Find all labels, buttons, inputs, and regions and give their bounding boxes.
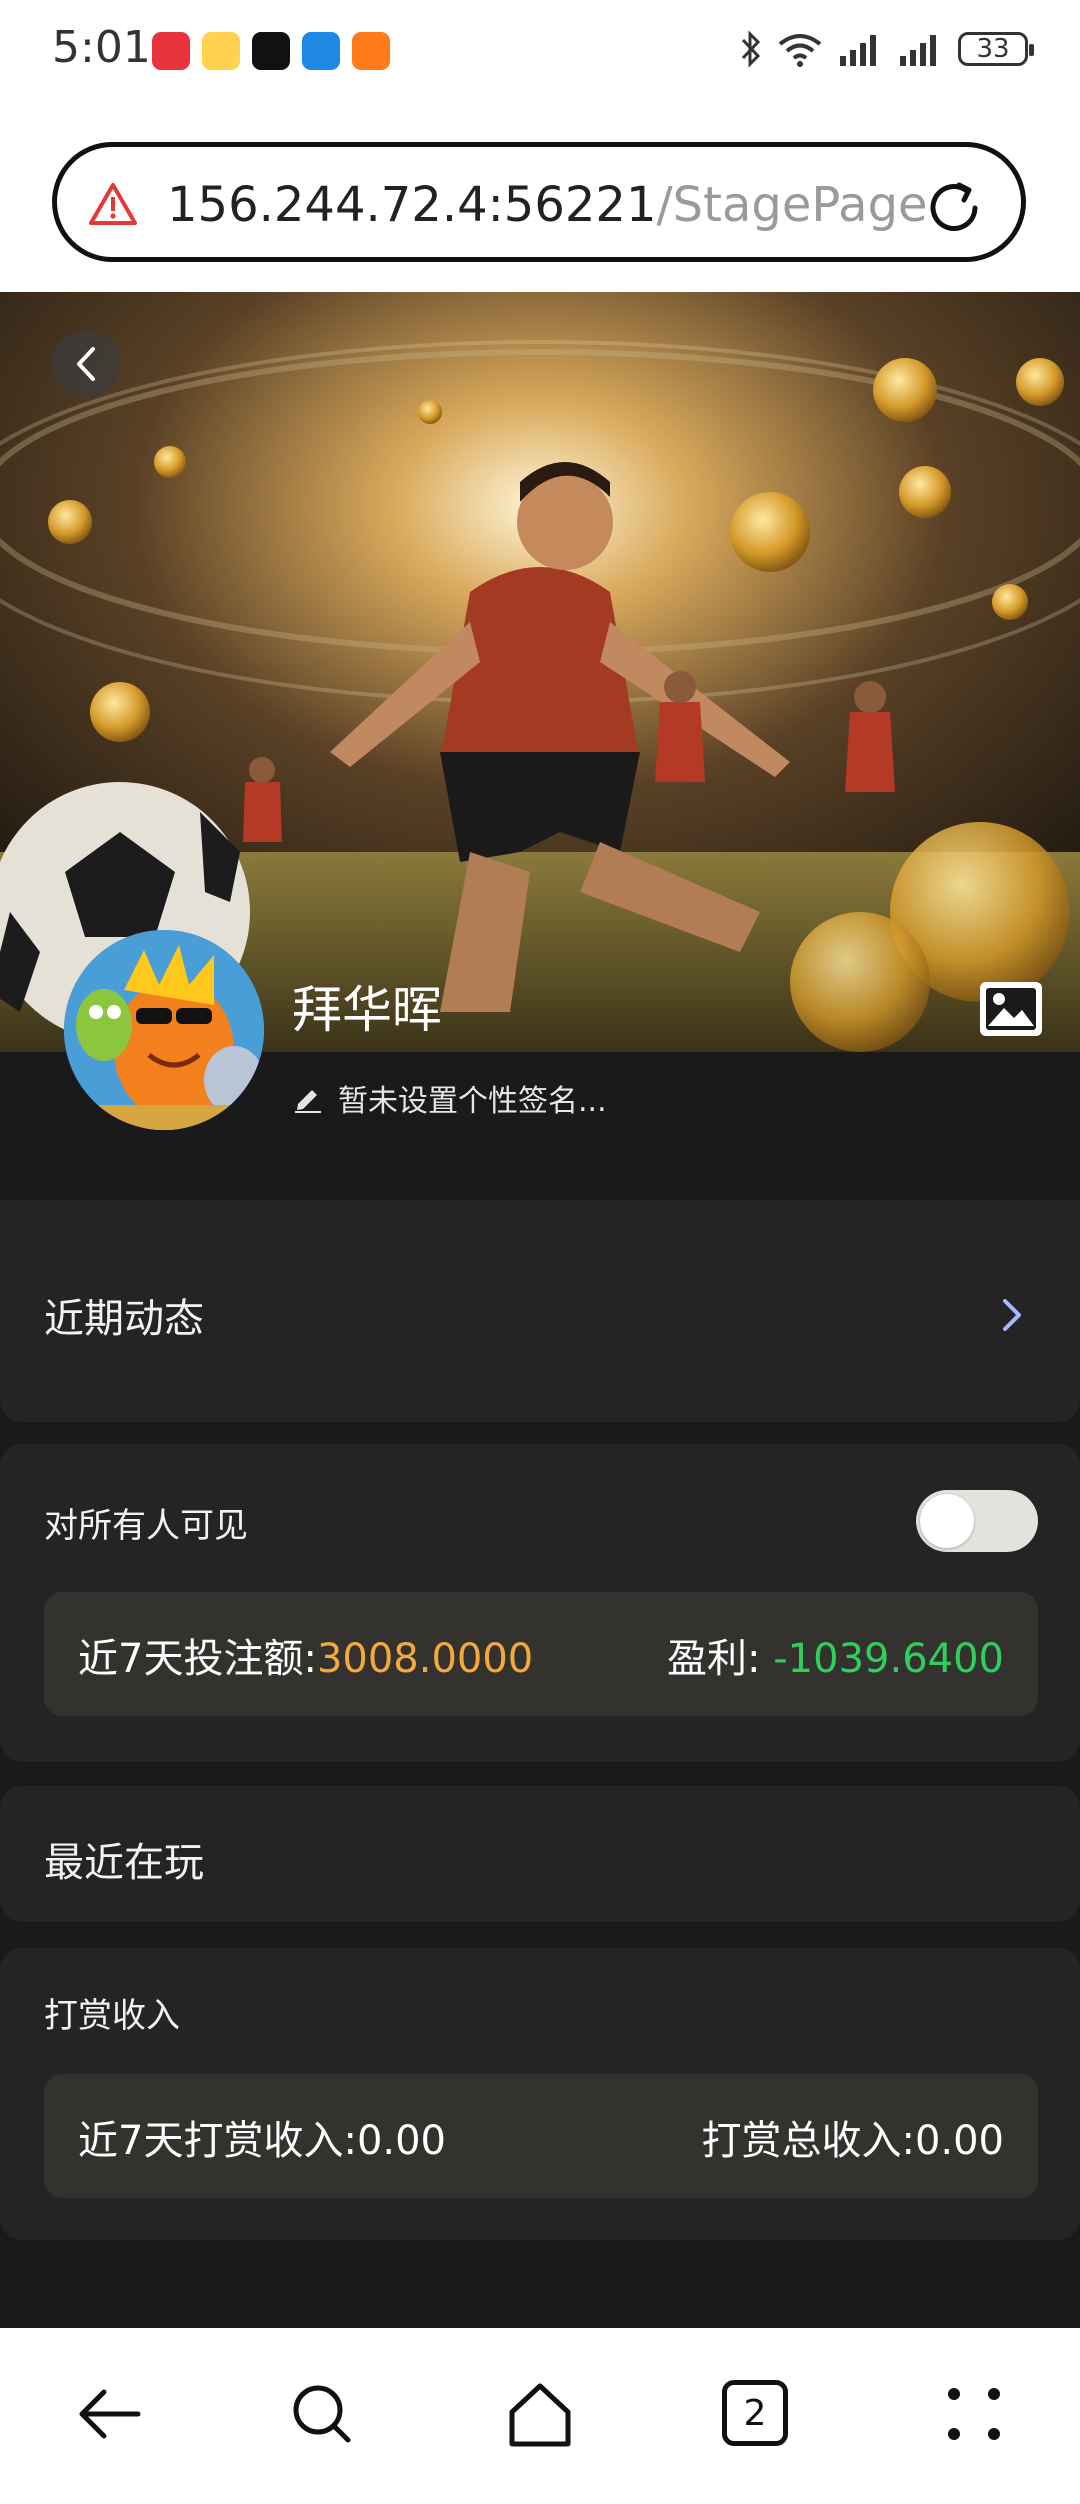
- recently-playing-card[interactable]: 最近在玩: [0, 1786, 1080, 1922]
- notification-icons: [152, 32, 390, 70]
- profit-stat: 盈利: -1039.6400: [667, 1626, 1004, 1684]
- profit-value: -1039.6400: [773, 1636, 1004, 1682]
- more-menu-icon[interactable]: [938, 2378, 1010, 2450]
- bet-label: 近7天投注额:: [78, 1636, 317, 1682]
- tip-stats-panel: 近7天打赏收入:0.00 打赏总收入:0.00: [44, 2074, 1038, 2198]
- tips-7d-value: 0.00: [356, 2118, 446, 2164]
- url-path: /StagePage: [656, 177, 928, 233]
- chevron-right-icon: [1003, 1299, 1021, 1331]
- bluetooth-icon: [741, 30, 761, 68]
- tabs-button[interactable]: 2: [722, 2380, 788, 2446]
- tip-income-card: 打赏收入 近7天打赏收入:0.00 打赏总收入:0.00: [0, 1948, 1080, 2240]
- signal-icon-2: [900, 35, 936, 66]
- tips-total-label: 打赏总收入:: [701, 2118, 915, 2164]
- profit-label: 盈利:: [667, 1636, 761, 1682]
- status-right: 33: [740, 30, 1034, 68]
- recent-activity-title: 近期动态: [44, 1296, 204, 1342]
- username: 拜华晖: [292, 981, 442, 1039]
- recent-activity-card[interactable]: 近期动态: [0, 1200, 1080, 1422]
- tip-income-title: 打赏收入: [44, 1996, 180, 2036]
- weibo-app-icon: [202, 32, 240, 70]
- browser-nav-bar: 2: [0, 2328, 1080, 2504]
- chevron-left-icon: [77, 347, 95, 381]
- warning-icon[interactable]: [87, 181, 139, 227]
- change-background-image-icon[interactable]: [978, 980, 1044, 1038]
- home-icon[interactable]: [504, 2378, 576, 2450]
- address-bar[interactable]: 156.244.72.4:56221/StagePage: [52, 142, 1026, 262]
- avatar-image: [64, 930, 264, 1130]
- avatar[interactable]: [64, 930, 264, 1130]
- taobao-app-icon: [352, 32, 390, 70]
- tiktok-app-icon: [252, 32, 290, 70]
- visibility-toggle[interactable]: [916, 1490, 1038, 1552]
- battery-indicator: 33: [958, 32, 1034, 66]
- search-icon[interactable]: [286, 2378, 358, 2450]
- wifi-icon: [778, 34, 822, 67]
- signature-row[interactable]: 暂未设置个性签名...: [292, 1076, 607, 1120]
- status-bar: 5:01 33: [0, 0, 1080, 110]
- tips-7d-label: 近7天打赏收入:: [78, 2118, 357, 2164]
- tips-7d-stat: 近7天打赏收入:0.00: [78, 2108, 446, 2166]
- bet-stats-panel: 近7天投注额:3008.0000 盈利: -1039.6400: [44, 1592, 1038, 1716]
- tab-count: 2: [743, 2392, 767, 2434]
- recently-playing-title: 最近在玩: [44, 1840, 204, 1886]
- status-time: 5:01: [52, 22, 151, 73]
- signature-text: 暂未设置个性签名...: [338, 1084, 607, 1119]
- bet-value: 3008.0000: [316, 1636, 534, 1682]
- toggle-knob: [920, 1494, 974, 1548]
- url-text[interactable]: 156.244.72.4:56221/StagePage: [167, 177, 928, 233]
- tips-total-stat: 打赏总收入:0.00: [701, 2108, 1004, 2166]
- reload-icon[interactable]: [923, 177, 985, 239]
- bet-stat: 近7天投注额:3008.0000: [78, 1626, 533, 1684]
- messenger-app-icon: [302, 32, 340, 70]
- visibility-label: 对所有人可见: [44, 1506, 248, 1546]
- visibility-card: 对所有人可见 近7天投注额:3008.0000 盈利: -1039.6400: [0, 1444, 1080, 1762]
- browser-toolbar: 156.244.72.4:56221/StagePage: [0, 110, 1080, 292]
- back-arrow-icon[interactable]: [74, 2378, 146, 2450]
- url-host: 156.244.72.4:56221: [167, 177, 657, 233]
- edit-pencil-icon: [295, 1090, 321, 1113]
- huawei-app-icon: [152, 32, 190, 70]
- tips-total-value: 0.00: [914, 2118, 1004, 2164]
- signal-icon-1: [840, 35, 876, 66]
- back-button[interactable]: [52, 330, 120, 398]
